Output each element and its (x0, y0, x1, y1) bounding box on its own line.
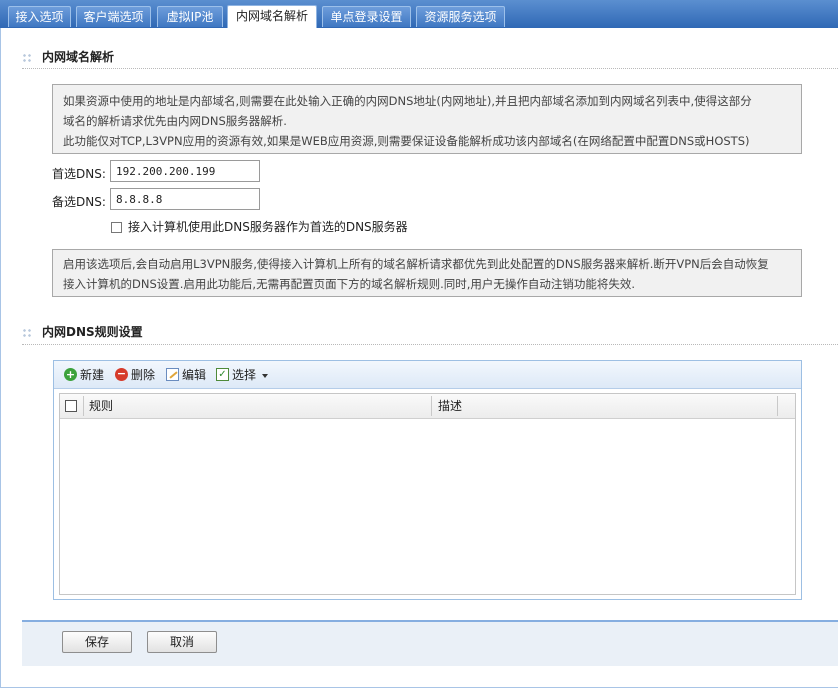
remove-icon: − (115, 367, 128, 381)
prefer-dns-option[interactable]: 接入计算机使用此DNS服务器作为首选的DNS服务器 (111, 219, 408, 235)
rules-table: 规则 描述 (59, 393, 796, 595)
column-header-description[interactable]: 描述 (438, 394, 462, 418)
tab-client-options[interactable]: 客户端选项 (76, 6, 151, 27)
dns-section-header: 内网域名解析 (22, 47, 114, 67)
column-divider (431, 396, 432, 416)
grid-toolbar: + 新建 − 删除 编辑 ✓ 选择 (54, 361, 801, 389)
new-rule-label: 新建 (80, 368, 105, 382)
section-grip-icon (22, 52, 32, 63)
primary-dns-label: 首选DNS: (52, 167, 106, 181)
rules-section-title: 内网DNS规则设置 (42, 325, 143, 339)
select-dropdown-button[interactable]: ✓ 选择 (216, 367, 269, 383)
new-rule-button[interactable]: + 新建 (64, 367, 104, 383)
select-all-checkbox[interactable] (65, 400, 77, 412)
secondary-dns-input[interactable] (110, 188, 260, 210)
dns-section-title: 内网域名解析 (42, 50, 115, 64)
edit-rule-button[interactable]: 编辑 (166, 367, 206, 383)
tab-resource-service[interactable]: 资源服务选项 (416, 6, 505, 27)
primary-dns-input[interactable] (110, 160, 260, 182)
tab-bar: 接入选项 客户端选项 虚拟IP池 内网域名解析 单点登录设置 资源服务选项 (0, 0, 838, 28)
save-button[interactable]: 保存 (62, 631, 132, 653)
dns-info-box: 如果资源中使用的地址是内部域名,则需要在此处输入正确的内网DNS地址(内网地址)… (52, 84, 802, 154)
section-divider (22, 344, 838, 345)
dns-option-note: 启用该选项后,会自动启用L3VPN服务,使得接入计算机上所有的域名解析请求都优先… (52, 249, 802, 297)
prefer-dns-checkbox-label: 接入计算机使用此DNS服务器作为首选的DNS服务器 (128, 220, 408, 234)
table-header: 规则 描述 (60, 394, 795, 419)
edit-rule-label: 编辑 (182, 368, 207, 382)
column-divider (83, 396, 84, 416)
rules-section-header: 内网DNS规则设置 (22, 322, 143, 342)
edit-icon (166, 368, 179, 381)
info-line: 域名的解析请求优先由内网DNS服务器解析. (63, 114, 287, 128)
chevron-down-icon (262, 373, 269, 378)
secondary-dns-label: 备选DNS: (52, 195, 106, 209)
delete-rule-label: 删除 (131, 368, 156, 382)
form-footer: 保存 取消 (22, 620, 838, 666)
tab-sso-settings[interactable]: 单点登录设置 (322, 6, 411, 27)
note-line: 接入计算机的DNS设置.启用此功能后,无需再配置页面下方的域名解析规则.同时,用… (63, 277, 636, 291)
note-line: 启用该选项后,会自动启用L3VPN服务,使得接入计算机上所有的域名解析请求都优先… (63, 257, 769, 271)
column-header-rule[interactable]: 规则 (89, 394, 113, 418)
dns-rules-grid: + 新建 − 删除 编辑 ✓ 选择 规则 描述 (53, 360, 802, 600)
section-divider (22, 68, 838, 69)
column-divider (777, 396, 778, 416)
checkmark-icon: ✓ (216, 368, 229, 381)
tab-intranet-dns[interactable]: 内网域名解析 (227, 5, 317, 28)
tab-virtual-ip-pool[interactable]: 虚拟IP池 (157, 6, 223, 27)
prefer-dns-checkbox[interactable] (111, 222, 122, 233)
cancel-button[interactable]: 取消 (147, 631, 217, 653)
select-label: 选择 (232, 368, 257, 382)
add-icon: + (64, 368, 77, 381)
section-grip-icon (22, 327, 32, 338)
tab-access-options[interactable]: 接入选项 (8, 6, 71, 27)
info-line: 此功能仅对TCP,L3VPN应用的资源有效,如果是WEB应用资源,则需要保证设备… (63, 134, 750, 148)
delete-rule-button[interactable]: − 删除 (115, 367, 155, 383)
info-line: 如果资源中使用的地址是内部域名,则需要在此处输入正确的内网DNS地址(内网地址)… (63, 94, 752, 108)
